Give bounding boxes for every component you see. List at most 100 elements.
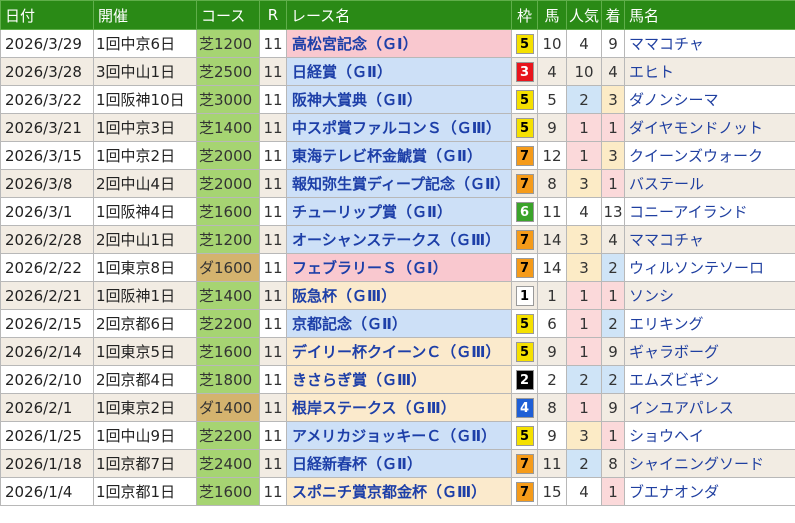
date-cell: 2026/2/14: [0, 337, 94, 366]
race-number-cell: 11: [259, 141, 287, 170]
race-results-table: 日付 開催 コース R レース名 枠 馬 人気 着 馬名 2026/3/29 1回…: [0, 0, 795, 506]
frame-badge: 7: [515, 145, 534, 166]
race-name-link[interactable]: 根岸ステークス（ＧⅢ）: [286, 393, 512, 422]
finish-cell: 4: [601, 57, 625, 86]
date-cell: 2026/1/25: [0, 421, 94, 450]
race-name-link[interactable]: 中スポ賞ファルコンＳ（ＧⅢ）: [286, 113, 512, 142]
date-cell: 2026/3/28: [0, 57, 94, 86]
finish-cell: 2: [601, 365, 625, 394]
horse-number-cell: 4: [537, 57, 567, 86]
race-number-cell: 11: [259, 281, 287, 310]
race-name-link[interactable]: オーシャンステークス（ＧⅢ）: [286, 225, 512, 254]
race-name-link[interactable]: チューリップ賞（ＧⅡ）: [286, 197, 512, 226]
horse-name-link[interactable]: シャイニングソード: [624, 449, 795, 478]
date-cell: 2026/3/15: [0, 141, 94, 170]
header-horse-number: 馬: [537, 0, 567, 30]
popularity-cell: 10: [566, 57, 602, 86]
horse-name-link[interactable]: バステール: [624, 169, 795, 198]
horse-name-link[interactable]: ダノンシーマ: [624, 85, 795, 114]
frame-badge: 7: [515, 453, 534, 474]
frame-badge: 5: [515, 89, 534, 110]
race-name-link[interactable]: 日経新春杯（ＧⅡ）: [286, 449, 512, 478]
track-cell: 2回京都6日: [93, 309, 197, 338]
popularity-cell: 4: [566, 477, 602, 506]
race-name-link[interactable]: 阪神大賞典（ＧⅡ）: [286, 85, 512, 114]
track-cell: 1回中京2日: [93, 141, 197, 170]
race-name-link[interactable]: デイリー杯クイーンＣ（ＧⅢ）: [286, 337, 512, 366]
race-name-link[interactable]: きさらぎ賞（ＧⅢ）: [286, 365, 512, 394]
popularity-cell: 3: [566, 169, 602, 198]
horse-name-link[interactable]: エリキング: [624, 309, 795, 338]
horse-name-link[interactable]: エムズビギン: [624, 365, 795, 394]
frame-cell: 2: [511, 365, 538, 394]
horse-number-cell: 15: [537, 477, 567, 506]
race-name-link[interactable]: 阪急杯（ＧⅢ）: [286, 281, 512, 310]
table-row: 2026/3/8 2回中山4日 芝2000 11 報知弥生賞ディープ記念（ＧⅡ） 7 8 3 1…: [0, 169, 795, 198]
course-cell: ダ1400: [196, 393, 260, 422]
frame-cell: 1: [511, 281, 538, 310]
finish-cell: 2: [601, 253, 625, 282]
frame-badge: 4: [515, 397, 534, 418]
track-cell: 2回中山1日: [93, 225, 197, 254]
horse-name-link[interactable]: クイーンズウォーク: [624, 141, 795, 170]
horse-number-cell: 8: [537, 393, 567, 422]
horse-name-link[interactable]: ブエナオンダ: [624, 477, 795, 506]
track-cell: 2回京都4日: [93, 365, 197, 394]
frame-cell: 7: [511, 253, 538, 282]
horse-name-link[interactable]: ママコチャ: [624, 225, 795, 254]
date-cell: 2026/2/15: [0, 309, 94, 338]
horse-name-link[interactable]: ダイヤモンドノット: [624, 113, 795, 142]
frame-cell: 5: [511, 309, 538, 338]
horse-name-link[interactable]: ギャラボーグ: [624, 337, 795, 366]
race-name-link[interactable]: 東海テレビ杯金鯱賞（ＧⅡ）: [286, 141, 512, 170]
horse-number-cell: 8: [537, 169, 567, 198]
race-name-link[interactable]: フェブラリーＳ（ＧⅠ）: [286, 253, 512, 282]
race-name-link[interactable]: アメリカジョッキーＣ（ＧⅡ）: [286, 421, 512, 450]
race-number-cell: 11: [259, 309, 287, 338]
horse-number-cell: 11: [537, 449, 567, 478]
table-row: 2026/3/28 3回中山1日 芝2500 11 日経賞（ＧⅡ） 3 4 10 4 エヒト: [0, 57, 795, 86]
popularity-cell: 1: [566, 281, 602, 310]
horse-name-link[interactable]: エヒト: [624, 57, 795, 86]
popularity-cell: 1: [566, 309, 602, 338]
date-cell: 2026/3/8: [0, 169, 94, 198]
race-name-link[interactable]: スポニチ賞京都金杯（ＧⅢ）: [286, 477, 512, 506]
table-row: 2026/3/29 1回中京6日 芝1200 11 高松宮記念（ＧⅠ） 5 10 4 9 ママコチ…: [0, 29, 795, 58]
frame-badge: 5: [515, 33, 534, 54]
horse-number-cell: 10: [537, 29, 567, 58]
race-number-cell: 11: [259, 421, 287, 450]
horse-name-link[interactable]: ソンシ: [624, 281, 795, 310]
table-row: 2026/3/1 1回阪神4日 芝1600 11 チューリップ賞（ＧⅡ） 6 11 4 13 コニ…: [0, 197, 795, 226]
track-cell: 3回中山1日: [93, 57, 197, 86]
popularity-cell: 2: [566, 85, 602, 114]
race-name-link[interactable]: 高松宮記念（ＧⅠ）: [286, 29, 512, 58]
horse-name-link[interactable]: ショウヘイ: [624, 421, 795, 450]
race-name-link[interactable]: 日経賞（ＧⅡ）: [286, 57, 512, 86]
frame-badge: 1: [515, 285, 534, 306]
race-number-cell: 11: [259, 253, 287, 282]
finish-cell: 1: [601, 113, 625, 142]
course-cell: 芝1200: [196, 29, 260, 58]
finish-cell: 1: [601, 477, 625, 506]
table-row: 2026/2/10 2回京都4日 芝1800 11 きさらぎ賞（ＧⅢ） 2 2 2 2 エムズビギ…: [0, 365, 795, 394]
horse-name-link[interactable]: コニーアイランド: [624, 197, 795, 226]
frame-cell: 4: [511, 393, 538, 422]
race-number-cell: 11: [259, 85, 287, 114]
finish-cell: 1: [601, 421, 625, 450]
track-cell: 1回東京5日: [93, 337, 197, 366]
frame-badge: 5: [515, 117, 534, 138]
horse-name-link[interactable]: ウィルソンテソーロ: [624, 253, 795, 282]
frame-cell: 5: [511, 337, 538, 366]
race-name-link[interactable]: 報知弥生賞ディープ記念（ＧⅡ）: [286, 169, 512, 198]
horse-name-link[interactable]: インユアパレス: [624, 393, 795, 422]
popularity-cell: 3: [566, 421, 602, 450]
table-row: 2026/3/22 1回阪神10日 芝3000 11 阪神大賞典（ＧⅡ） 5 5 2 3 ダノンシ…: [0, 85, 795, 114]
horse-name-link[interactable]: ママコチャ: [624, 29, 795, 58]
race-name-link[interactable]: 京都記念（ＧⅡ）: [286, 309, 512, 338]
frame-badge: 3: [515, 61, 534, 82]
horse-number-cell: 9: [537, 113, 567, 142]
date-cell: 2026/3/29: [0, 29, 94, 58]
track-cell: 1回中京6日: [93, 29, 197, 58]
race-number-cell: 11: [259, 477, 287, 506]
frame-badge: 7: [515, 229, 534, 250]
